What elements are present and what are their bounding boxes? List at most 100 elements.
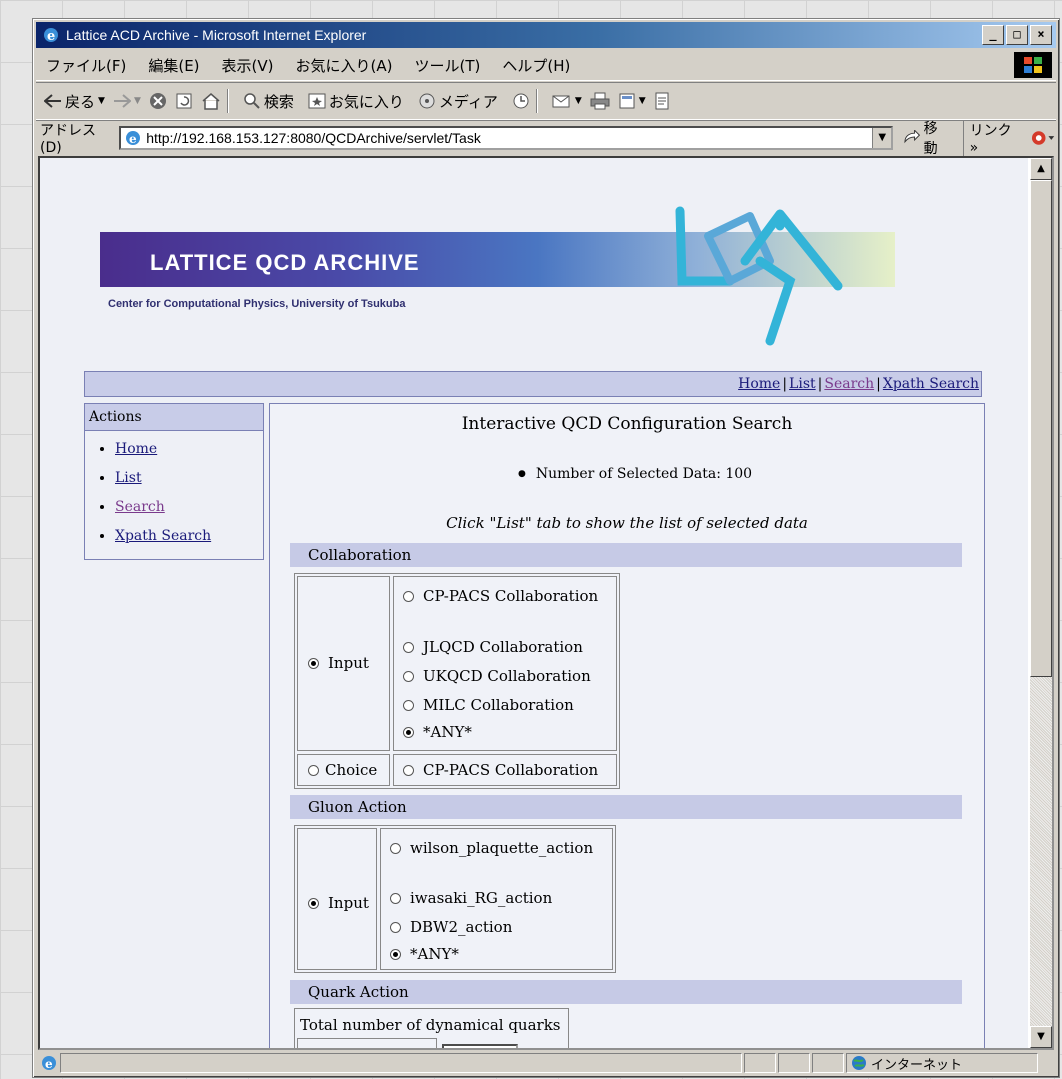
radio-label: wilson_plaquette_action [410,839,594,857]
nav-list-link[interactable]: List [789,376,816,392]
gluon-option-iwasaki[interactable]: iwasaki_RG_action [390,889,552,907]
chevron-down-icon[interactable]: ▼ [134,96,141,106]
title-bar[interactable]: e Lattice ACD Archive - Microsoft Intern… [36,22,1056,48]
favorites-button[interactable]: お気に入り [308,91,404,112]
chevron-down-icon[interactable]: ▼ [872,128,892,148]
close-button[interactable]: × [1030,25,1052,45]
sidebar-xpath-link[interactable]: Xpath Search [115,528,211,544]
radio-selected[interactable] [390,948,401,960]
list-item: Xpath Search [115,522,263,551]
print-button[interactable] [590,92,610,110]
selected-count: Number of Selected Data: 100 [518,466,752,482]
toolbar-separator [226,89,229,113]
toolbar-extension-icon[interactable] [1031,129,1056,147]
radio[interactable] [403,641,414,653]
page-icon: e [126,131,141,146]
chevron-down-icon[interactable]: ▼ [575,96,582,106]
nav-home-link[interactable]: Home [738,376,780,392]
nav-search-link[interactable]: Search [824,376,874,392]
radio[interactable] [390,842,401,854]
radio-selected[interactable] [403,726,414,738]
refresh-button[interactable] [175,92,193,110]
gluon-action-heading: Gluon Action [290,795,962,819]
back-button[interactable]: 戻る ▼ [44,91,105,112]
favorites-label: お気に入り [328,92,404,111]
scrollbar-thumb[interactable] [1030,180,1052,677]
menu-tools[interactable]: ツール(T) [414,55,480,76]
menu-edit[interactable]: 編集(E) [148,55,199,76]
collaboration-choice-option[interactable]: CP-PACS Collaboration [403,761,598,779]
mail-button[interactable]: ▼ [552,93,582,109]
stop-button[interactable] [149,92,167,110]
collaboration-input-radio[interactable]: Input [308,654,369,672]
address-input[interactable]: e http://192.168.153.127:8080/QCDArchive… [119,126,894,150]
refresh-icon [176,93,192,109]
page-status-icon: e [42,1056,56,1071]
page-viewport: LATTICE QCD ARCHIVE Center for Computati… [38,156,1054,1050]
sidebar-home-link[interactable]: Home [115,441,157,457]
stop-icon [149,93,166,109]
search-button[interactable]: 検索 [243,91,294,112]
radio-selected[interactable] [308,897,319,909]
forward-button[interactable]: ▼ [113,94,141,108]
top-nav: Home | List | Search | Xpath Search [84,371,982,397]
scroll-down-icon[interactable]: ▼ [1030,1026,1052,1048]
go-button[interactable]: 移動 [903,118,950,158]
status-cell [744,1053,776,1073]
collaboration-option-jlqcd[interactable]: JLQCD Collaboration [403,638,583,656]
gluon-option-any[interactable]: *ANY* [390,945,459,963]
actions-heading: Actions [85,404,263,431]
chevron-down-icon[interactable]: ▼ [98,96,105,106]
vertical-scrollbar[interactable]: ▲ ▼ [1030,158,1052,1048]
menu-favorites[interactable]: お気に入り(A) [296,55,393,76]
back-label: 戻る [65,92,96,111]
gluon-input-radio[interactable]: Input [308,894,369,912]
globe-icon [852,1056,866,1070]
site-banner: LATTICE QCD ARCHIVE Center for Computati… [90,206,895,360]
radio-selected[interactable] [308,657,319,669]
collaboration-heading: Collaboration [290,543,962,567]
radio-label: UKQCD Collaboration [423,667,591,685]
scroll-up-icon[interactable]: ▲ [1030,158,1052,180]
banner-title: LATTICE QCD ARCHIVE [150,250,420,275]
radio[interactable] [390,892,401,904]
banner-subtitle: Center for Computational Physics, Univer… [108,298,406,310]
chevron-down-icon[interactable]: ▼ [639,96,646,106]
menu-file[interactable]: ファイル(F) [46,55,126,76]
collaboration-option-cppacs[interactable]: CP-PACS Collaboration [403,587,598,605]
svg-text:e: e [47,29,55,44]
sidebar-search-link[interactable]: Search [115,499,165,515]
home-button[interactable] [201,92,221,110]
gluon-option-dbw2[interactable]: DBW2_action [390,918,512,936]
toolbar: 戻る ▼ ▼ 検索 お気に入り メディア ▼ ▼ [36,82,1056,120]
radio[interactable] [390,921,401,933]
minimize-button[interactable]: _ [982,25,1004,45]
collaboration-option-milc[interactable]: MILC Collaboration [403,696,574,714]
actions-sidebar: Actions Home List Search Xpath Search [84,403,264,560]
list-item: List [115,464,263,493]
menu-help[interactable]: ヘルプ(H) [502,55,570,76]
radio-label: MILC Collaboration [423,696,574,714]
collaboration-choice-radio[interactable]: Choice [308,761,377,779]
radio-label: CP-PACS Collaboration [423,761,599,779]
radio[interactable] [403,764,414,776]
radio[interactable] [308,764,319,776]
gluon-option-wilson[interactable]: wilson_plaquette_action [390,839,593,857]
maximize-button[interactable]: □ [1006,25,1028,45]
edit-button[interactable]: ▼ [618,92,646,110]
media-button[interactable]: メディア [418,91,498,112]
radio[interactable] [403,670,414,682]
nav-xpath-link[interactable]: Xpath Search [883,376,979,392]
menu-view[interactable]: 表示(V) [222,55,274,76]
quark-count-input[interactable] [442,1044,518,1048]
menu-bar: ファイル(F) 編集(E) 表示(V) お気に入り(A) ツール(T) ヘルプ(… [36,50,1056,81]
collaboration-option-ukqcd[interactable]: UKQCD Collaboration [403,667,591,685]
collaboration-option-any[interactable]: *ANY* [403,723,472,741]
sidebar-list-link[interactable]: List [115,470,142,486]
radio[interactable] [403,590,414,602]
history-button[interactable] [512,92,530,110]
radio[interactable] [403,699,414,711]
search-label: 検索 [263,92,294,111]
links-button[interactable]: リンク » [962,120,1023,156]
discuss-button[interactable] [654,92,670,110]
